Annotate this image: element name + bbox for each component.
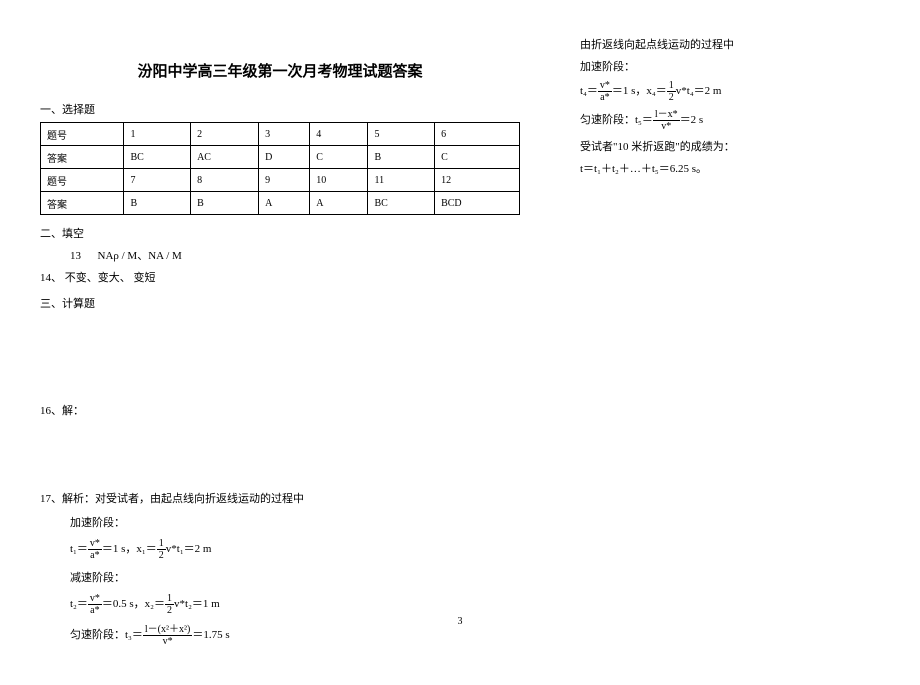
cell: 2 [191, 123, 259, 146]
cell: B [191, 192, 259, 215]
q17-intro: 17、解析：对受试者，由起点线向折返线运动的过程中 [40, 490, 520, 506]
q13-label: 13 [70, 250, 81, 262]
cell: 12 [435, 169, 520, 192]
cell: 10 [310, 169, 368, 192]
t3-prefix: 匀速阶段：t₃＝ [70, 629, 143, 641]
t3-num: l－(x²＋x²) [143, 624, 192, 636]
cell: B [124, 192, 191, 215]
t2-suffix: v*t₂＝1 m [174, 598, 220, 610]
t2-num: v* [88, 593, 102, 605]
q13: 13 NAρ / M、NA / M [40, 247, 520, 263]
cell: BCD [435, 192, 520, 215]
cell: C [435, 146, 520, 169]
cell: 5 [368, 123, 435, 146]
section-2-heading: 二、填空 [40, 225, 520, 241]
cell: 7 [124, 169, 191, 192]
col2-line1: 由折返线向起点线运动的过程中 [580, 36, 880, 52]
table-row: 题号 1 2 3 4 5 6 [41, 123, 520, 146]
half-num2: 1 [165, 593, 174, 605]
t1-prefix: t₁＝ [70, 543, 88, 555]
t1-mid: ＝1 s，x₁＝ [102, 543, 157, 555]
t5-prefix: 匀速阶段：t₅＝ [580, 114, 653, 126]
cell: 6 [435, 123, 520, 146]
t4-prefix: t₄＝ [580, 85, 598, 97]
cell: A [259, 192, 310, 215]
cell: 1 [124, 123, 191, 146]
t5-num: l－x* [653, 109, 680, 121]
t4-equation: t₄＝v*a*＝1 s，x₄＝12v*t₄＝2 m [580, 80, 880, 103]
half-num3: 1 [667, 80, 676, 92]
cell: B [368, 146, 435, 169]
t2-prefix: t₂＝ [70, 598, 88, 610]
cell: 答案 [41, 192, 124, 215]
cell: 11 [368, 169, 435, 192]
t5-den: v* [653, 121, 680, 132]
t1-den: a* [88, 550, 102, 561]
page-number: 3 [458, 616, 463, 627]
table-row: 题号 7 8 9 10 11 12 [41, 169, 520, 192]
cell: BC [124, 146, 191, 169]
cell: D [259, 146, 310, 169]
cell: 8 [191, 169, 259, 192]
t1-suffix: v*t₁＝2 m [166, 543, 212, 555]
t3-den: v* [143, 636, 192, 647]
table-row: 答案 B B A A BC BCD [41, 192, 520, 215]
t1-equation: t₁＝v*a*＝1 s，x₁＝12v*t₁＝2 m [40, 538, 520, 561]
answer-table: 题号 1 2 3 4 5 6 答案 BC AC D C B C 题号 7 8 9… [40, 122, 520, 215]
col2-accel: 加速阶段： [580, 58, 880, 74]
col2-result1: 受试者"10 米折返跑"的成绩为： [580, 138, 880, 154]
cell: A [310, 192, 368, 215]
cell: BC [368, 192, 435, 215]
t3-suffix: ＝1.75 s [192, 629, 229, 641]
cell: 3 [259, 123, 310, 146]
t3-equation: 匀速阶段：t₃＝l－(x²＋x²)v*＝1.75 s [40, 624, 520, 647]
decel-label: 减速阶段： [40, 569, 520, 585]
t1-num: v* [88, 538, 102, 550]
t2-den: a* [88, 605, 102, 616]
t4-num: v* [598, 80, 612, 92]
cell: AC [191, 146, 259, 169]
table-row: 答案 BC AC D C B C [41, 146, 520, 169]
t5-suffix: ＝2 s [680, 114, 704, 126]
t4-suffix: v*t₄＝2 m [676, 85, 722, 97]
t2-equation: t₂＝v*a*＝0.5 s，x₂＝12v*t₂＝1 m [40, 593, 520, 616]
cell: 题号 [41, 123, 124, 146]
t4-mid: ＝1 s，x₄＝ [612, 85, 667, 97]
q16: 16、解： [40, 402, 520, 418]
half-den3: 2 [667, 92, 676, 103]
accel-label: 加速阶段： [40, 514, 520, 530]
section-3-heading: 三、计算题 [40, 295, 520, 311]
q14: 14、 不变、变大、 变短 [40, 269, 520, 285]
t2-mid: ＝0.5 s，x₂＝ [102, 598, 165, 610]
half-den: 2 [157, 550, 166, 561]
half-num: 1 [157, 538, 166, 550]
cell: C [310, 146, 368, 169]
cell: 4 [310, 123, 368, 146]
t5-equation: 匀速阶段：t₅＝l－x*v*＝2 s [580, 109, 880, 132]
cell: 题号 [41, 169, 124, 192]
col2-result2: t＝t₁＋t₂＋…＋t₅＝6.25 s。 [580, 160, 880, 176]
t4-den: a* [598, 92, 612, 103]
page-title: 汾阳中学高三年级第一次月考物理试题答案 [40, 60, 520, 81]
cell: 答案 [41, 146, 124, 169]
q13-text: NAρ / M、NA / M [98, 250, 182, 262]
cell: 9 [259, 169, 310, 192]
half-den2: 2 [165, 605, 174, 616]
section-1-heading: 一、选择题 [40, 101, 520, 117]
